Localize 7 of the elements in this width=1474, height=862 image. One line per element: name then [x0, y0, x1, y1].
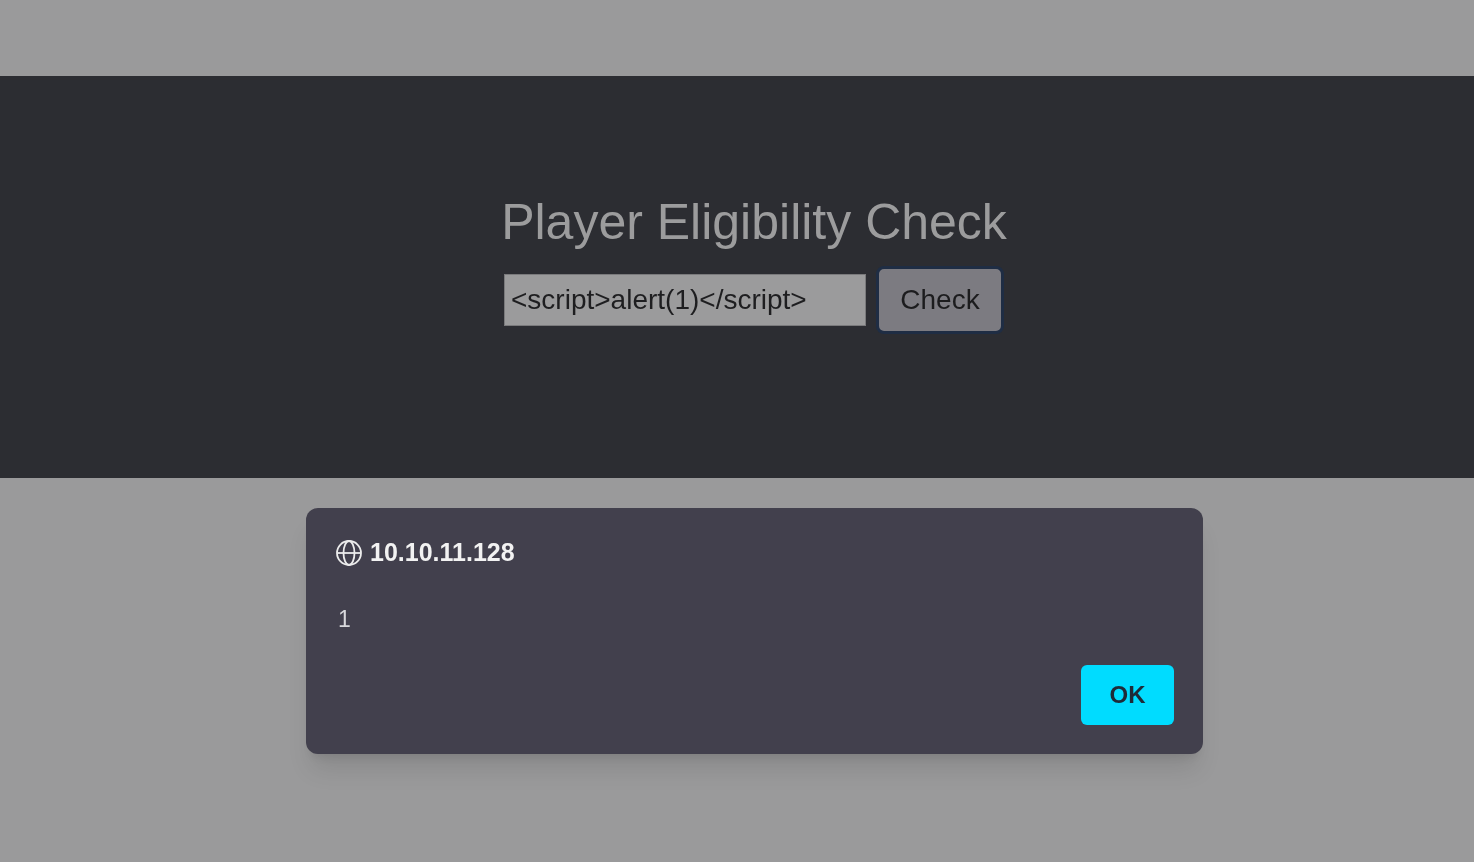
check-button[interactable]: Check [876, 266, 1004, 334]
alert-origin: 10.10.11.128 [370, 537, 515, 569]
alert-message: 1 [337, 605, 351, 633]
ok-button[interactable]: OK [1081, 665, 1174, 725]
page-title: Player Eligibility Check [501, 194, 1007, 251]
text-input-field[interactable]: <script>alert(1)</script> [504, 274, 866, 326]
globe-icon [336, 540, 362, 566]
